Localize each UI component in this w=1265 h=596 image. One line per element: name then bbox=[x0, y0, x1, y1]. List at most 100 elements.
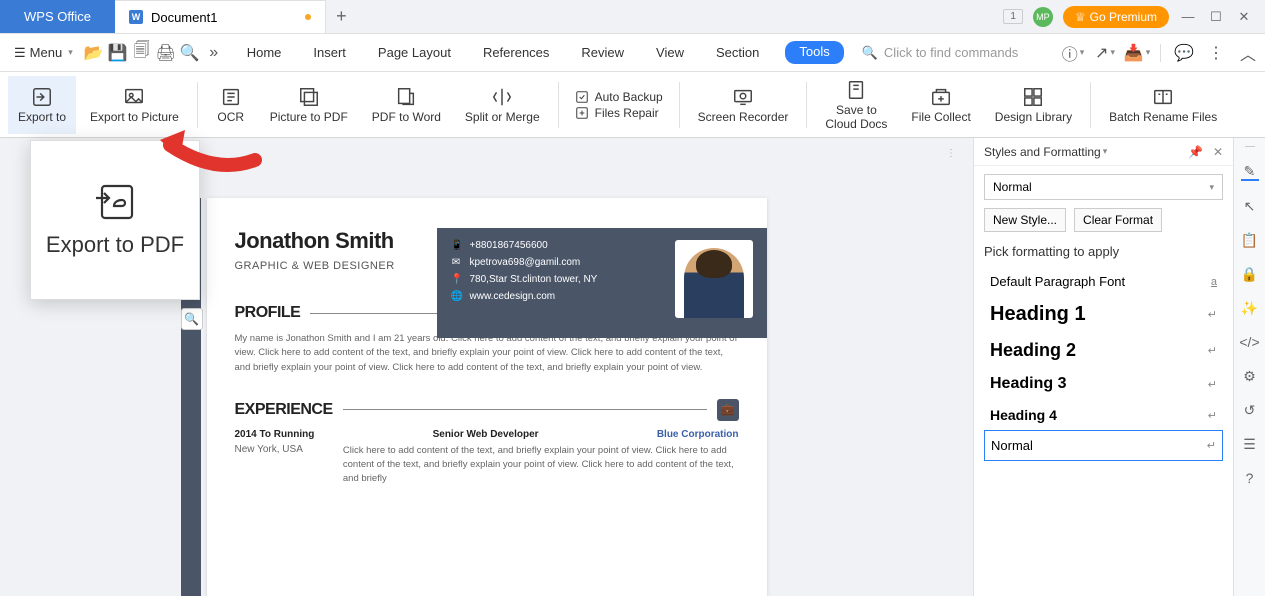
save-icon[interactable]: 💾 bbox=[109, 44, 127, 62]
tab-insert[interactable]: Insert bbox=[307, 41, 352, 64]
comment-icon[interactable]: 💬 bbox=[1175, 44, 1193, 62]
new-style-button[interactable]: New Style... bbox=[984, 208, 1066, 232]
picture-to-pdf-button[interactable]: Picture to PDF bbox=[260, 76, 358, 134]
style-list: Default Paragraph Fonta Heading 1↵ Headi… bbox=[974, 267, 1233, 461]
style-heading-3[interactable]: Heading 3↵ bbox=[984, 368, 1223, 400]
batch-rename-icon bbox=[1152, 86, 1174, 108]
tab-tools[interactable]: Tools bbox=[785, 41, 843, 64]
document-page: 🔍 Jonathon Smith GRAPHIC & WEB DESIGNER … bbox=[207, 198, 767, 596]
rail-clipboard-icon[interactable]: 📋 bbox=[1241, 231, 1259, 249]
export-pdf-popup[interactable]: Export to PDF bbox=[30, 140, 200, 300]
add-tab-button[interactable]: + bbox=[326, 0, 356, 33]
print-quick-icon[interactable]: 🗐 bbox=[133, 44, 151, 62]
file-collect-button[interactable]: File Collect bbox=[901, 76, 980, 134]
style-default-paragraph[interactable]: Default Paragraph Fonta bbox=[984, 267, 1223, 296]
link-style-indicator: a bbox=[1211, 276, 1217, 288]
separator bbox=[197, 82, 198, 128]
separator bbox=[806, 82, 807, 128]
open-folder-icon[interactable]: 📂 bbox=[85, 44, 103, 62]
close-window-button[interactable]: ✕ bbox=[1235, 9, 1253, 25]
style-normal[interactable]: Normal↵ bbox=[984, 430, 1223, 461]
document-tab[interactable]: W Document1 bbox=[115, 0, 326, 33]
ocr-button[interactable]: OCR bbox=[206, 76, 256, 134]
export-pdf-label: Export to PDF bbox=[46, 232, 184, 258]
separator bbox=[1160, 44, 1161, 62]
design-library-button[interactable]: Design Library bbox=[985, 76, 1082, 134]
rail-code-icon[interactable]: </> bbox=[1241, 333, 1259, 351]
style-heading-2[interactable]: Heading 2↵ bbox=[984, 333, 1223, 368]
tab-home[interactable]: Home bbox=[241, 41, 288, 64]
current-style-select[interactable]: Normal ▾ bbox=[984, 174, 1223, 200]
tab-references[interactable]: References bbox=[477, 41, 555, 64]
batch-rename-button[interactable]: Batch Rename Files bbox=[1099, 76, 1227, 134]
hamburger-icon: ☰ bbox=[14, 45, 26, 61]
clear-format-button[interactable]: Clear Format bbox=[1074, 208, 1162, 232]
tab-review[interactable]: Review bbox=[575, 41, 630, 64]
pick-formatting-label: Pick formatting to apply bbox=[974, 240, 1233, 267]
command-search[interactable]: 🔍 Click to find commands bbox=[862, 45, 1019, 61]
export-to-button[interactable]: Export to bbox=[8, 76, 76, 134]
rail-cursor-icon[interactable]: ↖ bbox=[1241, 197, 1259, 215]
rail-history-icon[interactable]: ↺ bbox=[1241, 401, 1259, 419]
exp-location: New York, USA bbox=[235, 444, 303, 487]
tab-view[interactable]: View bbox=[650, 41, 690, 64]
pin-icon[interactable]: 📌 bbox=[1188, 145, 1203, 159]
split-merge-icon bbox=[491, 86, 513, 108]
pdf-to-word-icon bbox=[395, 86, 417, 108]
export-pdf-icon bbox=[92, 182, 138, 222]
paragraph-mark-icon: ↵ bbox=[1208, 409, 1217, 422]
pdf-to-word-button[interactable]: PDF to Word bbox=[362, 76, 451, 134]
export-to-icon bbox=[31, 86, 53, 108]
cloud-docs-icon bbox=[845, 79, 867, 101]
user-avatar[interactable]: MP bbox=[1033, 7, 1053, 27]
profile-text: My name is Jonathon Smith and I am 21 ye… bbox=[235, 332, 739, 375]
menu-bar: ☰ Menu ▾ 📂 💾 🗐 🖨 🔍 » Home Insert Page La… bbox=[0, 34, 1265, 72]
location-icon: 📍 bbox=[451, 274, 462, 285]
close-panel-icon[interactable]: ✕ bbox=[1213, 145, 1223, 159]
exp-body: Click here to add content of the text, a… bbox=[343, 444, 739, 487]
split-merge-button[interactable]: Split or Merge bbox=[455, 76, 550, 134]
rail-lock-icon[interactable]: 🔒 bbox=[1241, 265, 1259, 283]
main-menu-button[interactable]: ☰ Menu ▾ bbox=[8, 41, 79, 65]
title-bar: WPS Office W Document1 + 1 MP ♕ Go Premi… bbox=[0, 0, 1265, 34]
window-count-badge[interactable]: 1 bbox=[1003, 9, 1023, 24]
screen-recorder-button[interactable]: Screen Recorder bbox=[688, 76, 799, 134]
exp-role: Senior Web Developer bbox=[433, 429, 539, 440]
rail-sparkle-icon[interactable]: ✨ bbox=[1241, 299, 1259, 317]
minimize-button[interactable]: — bbox=[1179, 9, 1197, 24]
maximize-button[interactable]: ☐ bbox=[1207, 9, 1225, 25]
style-heading-1[interactable]: Heading 1↵ bbox=[984, 296, 1223, 333]
tab-section[interactable]: Section bbox=[710, 41, 765, 64]
save-to-cloud-button[interactable]: Save to Cloud Docs bbox=[815, 76, 897, 134]
rail-help-icon[interactable]: ? bbox=[1241, 469, 1259, 487]
exp-company: Blue Corporation bbox=[657, 429, 739, 440]
ruler-handle-icon[interactable]: ⋮ bbox=[946, 148, 956, 159]
print-icon[interactable]: 🖨 bbox=[157, 44, 175, 62]
rail-sliders-icon[interactable]: ⚙ bbox=[1241, 367, 1259, 385]
design-library-icon bbox=[1022, 86, 1044, 108]
auto-backup-button[interactable]: Auto Backup bbox=[575, 90, 663, 104]
panel-title: Styles and Formatting bbox=[984, 145, 1101, 159]
export-to-picture-button[interactable]: Export to Picture bbox=[80, 76, 189, 134]
tab-page-layout[interactable]: Page Layout bbox=[372, 41, 457, 64]
doc-type-icon: W bbox=[129, 10, 143, 24]
chevron-down-icon[interactable]: ▾ bbox=[1103, 146, 1108, 157]
contact-card: 📱+8801867456600 ✉kpetrova698@gamil.com 📍… bbox=[437, 228, 767, 338]
paragraph-mark-icon: ↵ bbox=[1207, 439, 1216, 452]
files-repair-button[interactable]: Files Repair bbox=[575, 106, 663, 120]
page-search-icon[interactable]: 🔍 bbox=[181, 308, 203, 330]
collapse-ribbon-icon[interactable]: ︿ bbox=[1239, 44, 1257, 62]
kebab-icon[interactable]: ⋮ bbox=[1207, 44, 1225, 62]
style-heading-4[interactable]: Heading 4↵ bbox=[984, 400, 1223, 430]
print-preview-icon[interactable]: 🔍 bbox=[181, 44, 199, 62]
export-icon[interactable]: ↗▾ bbox=[1096, 44, 1114, 62]
rail-list-icon[interactable]: ☰ bbox=[1241, 435, 1259, 453]
share-icon[interactable]: ⓘ▾ bbox=[1064, 44, 1082, 62]
rail-edit-icon[interactable]: ✎ bbox=[1241, 163, 1259, 181]
app-tab[interactable]: WPS Office bbox=[0, 0, 115, 33]
rail-separator bbox=[1245, 146, 1255, 147]
cloud-icon[interactable]: 📥▾ bbox=[1128, 44, 1146, 62]
crown-icon: ♕ bbox=[1075, 10, 1086, 24]
more-quick-icon[interactable]: » bbox=[205, 44, 223, 62]
go-premium-button[interactable]: ♕ Go Premium bbox=[1063, 6, 1169, 28]
